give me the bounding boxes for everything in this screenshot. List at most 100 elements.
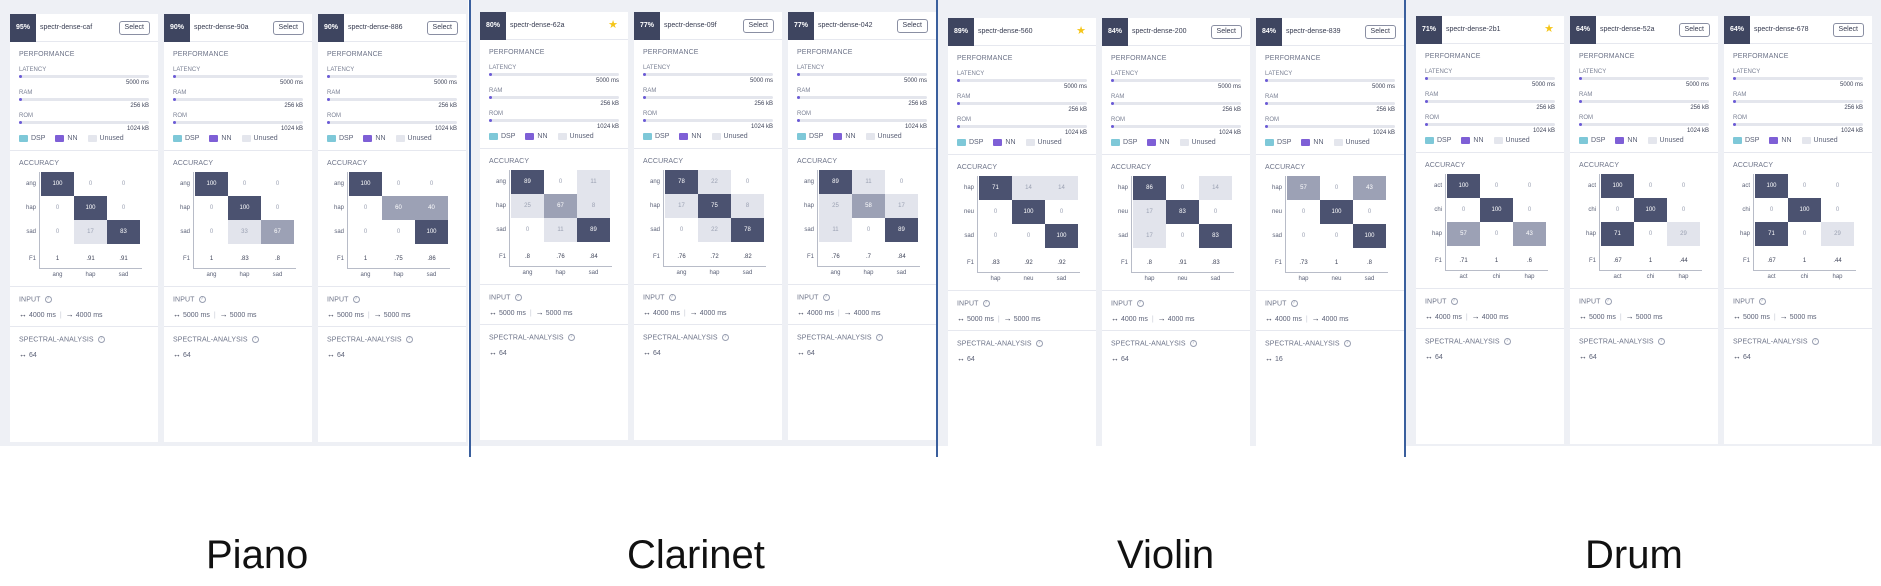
f1-score: .8 [1366, 260, 1372, 266]
info-icon[interactable]: ? [44, 296, 52, 303]
ram-bar-fill [957, 102, 960, 105]
matrix-row-label: ang [495, 179, 506, 185]
window-size-icon: ↔ [489, 308, 497, 317]
window-size-value: 4000 ms [1275, 316, 1302, 323]
input-window-row: ↔ 5000 ms | → 5000 ms [173, 310, 257, 319]
legend-swatch [1493, 137, 1503, 144]
select-button[interactable]: Select [272, 21, 304, 35]
ram-bar [1425, 100, 1555, 103]
matrix-row-label: chi [1434, 207, 1442, 213]
info-icon[interactable]: ? [405, 336, 413, 343]
matrix-cell: 100 [1755, 174, 1788, 198]
accuracy-score-badge: 80% [480, 12, 506, 40]
legend-item-dsp: DSP [1733, 137, 1759, 144]
memory-legend: DSP NN Unused [1579, 137, 1684, 144]
matrix-cell: 0 [993, 233, 998, 239]
latency-bar-fill [1579, 77, 1582, 80]
model-name: spectr-dense-62a [510, 22, 565, 29]
matrix-col-label: ang [52, 272, 63, 278]
matrix-cell: 0 [209, 205, 214, 211]
info-icon[interactable]: ? [198, 296, 206, 303]
input-heading: INPUT? [1733, 298, 1766, 305]
latency-label: LATENCY [797, 65, 825, 71]
matrix-y-axis [663, 170, 664, 266]
legend-label: NN [1313, 139, 1324, 146]
latency-bar [489, 73, 619, 76]
card-header: 84% spectr-dense-200 Select [1102, 18, 1250, 46]
info-icon[interactable]: ? [514, 294, 522, 301]
info-icon[interactable]: ? [1811, 338, 1819, 345]
matrix-row-label: neu [1271, 209, 1282, 215]
select-button[interactable]: Select [896, 19, 928, 33]
matrix-col-label: sad [118, 272, 129, 278]
ram-bar [19, 98, 149, 101]
select-button[interactable]: Select [1832, 23, 1864, 37]
legend-item-nn: NN [1301, 139, 1324, 146]
f1-score: 1 [363, 256, 368, 262]
info-icon[interactable]: ? [668, 294, 676, 301]
info-icon[interactable]: ? [982, 300, 990, 307]
matrix-cell: 0 [679, 227, 684, 233]
matrix-cell: 0 [1769, 207, 1774, 213]
select-button[interactable]: Select [426, 21, 458, 35]
matrix-row-label: sad [334, 229, 344, 235]
info-icon[interactable]: ? [567, 334, 575, 341]
legend-swatch [173, 135, 182, 142]
matrix-row-label: hap [1431, 231, 1442, 237]
info-icon[interactable]: ? [721, 334, 729, 341]
select-button[interactable]: Select [118, 21, 150, 35]
model-name: spectr-dense-200 [1132, 28, 1187, 35]
info-icon[interactable]: ? [1450, 298, 1458, 305]
matrix-cell: 89 [819, 170, 852, 194]
info-icon[interactable]: ? [1758, 298, 1766, 305]
f1-row-label: F1 [652, 254, 660, 260]
legend-swatch [525, 133, 535, 140]
window-increase-value: 4000 ms [853, 310, 881, 317]
info-icon[interactable]: ? [97, 336, 105, 343]
info-icon[interactable]: ? [822, 294, 830, 301]
info-icon[interactable]: ? [875, 334, 883, 341]
info-icon[interactable]: ? [1657, 338, 1665, 345]
matrix-col-label: chi [1800, 274, 1809, 280]
star-icon[interactable]: ★ [608, 18, 618, 31]
info-icon[interactable]: ? [1604, 298, 1612, 305]
info-icon[interactable]: ? [1503, 338, 1511, 345]
input-window-row: ↔ 4000 ms | → 4000 ms [1425, 312, 1509, 321]
legend-swatch [643, 133, 652, 140]
matrix-row-label: hap [25, 205, 36, 211]
select-button[interactable]: Select [742, 19, 774, 33]
matrix-col-label: act [1459, 274, 1468, 280]
info-icon[interactable]: ? [1290, 300, 1298, 307]
matrix-cell: 8 [577, 194, 610, 218]
star-icon[interactable]: ★ [1544, 22, 1554, 35]
ram-max-value: 256 kB [438, 103, 457, 109]
card-header: 77% spectr-dense-042 Select [788, 12, 936, 40]
info-icon[interactable]: ? [251, 336, 259, 343]
info-icon[interactable]: ? [352, 296, 360, 303]
matrix-col-label: neu [1331, 276, 1342, 282]
spectral-heading-text: SPECTRAL-ANALYSIS [643, 334, 718, 342]
info-icon[interactable]: ? [1343, 340, 1351, 347]
window-increase-value: 5000 ms [1635, 314, 1663, 321]
matrix-x-axis [1599, 270, 1702, 271]
legend-swatch [865, 133, 875, 140]
matrix-cell: 0 [1494, 183, 1499, 189]
legend-label: NN [537, 133, 548, 140]
fft-length-icon: ↔ [1111, 354, 1119, 363]
matrix-x-axis [193, 268, 296, 269]
info-icon[interactable]: ? [1189, 340, 1197, 347]
rom-bar [1111, 125, 1241, 128]
matrix-col-label: hap [393, 272, 404, 278]
select-button[interactable]: Select [1364, 25, 1396, 39]
rom-label: ROM [1425, 115, 1439, 121]
latency-bar-fill [1425, 77, 1428, 80]
accuracy-heading: ACCURACY [1733, 162, 1774, 169]
legend-swatch [1111, 139, 1120, 146]
select-button[interactable]: Select [1210, 25, 1242, 39]
star-icon[interactable]: ★ [1076, 24, 1086, 37]
matrix-row-label: hap [1117, 185, 1128, 191]
select-button[interactable]: Select [1678, 23, 1710, 37]
latency-label: LATENCY [1579, 69, 1607, 75]
info-icon[interactable]: ? [1035, 340, 1043, 347]
info-icon[interactable]: ? [1136, 300, 1144, 307]
